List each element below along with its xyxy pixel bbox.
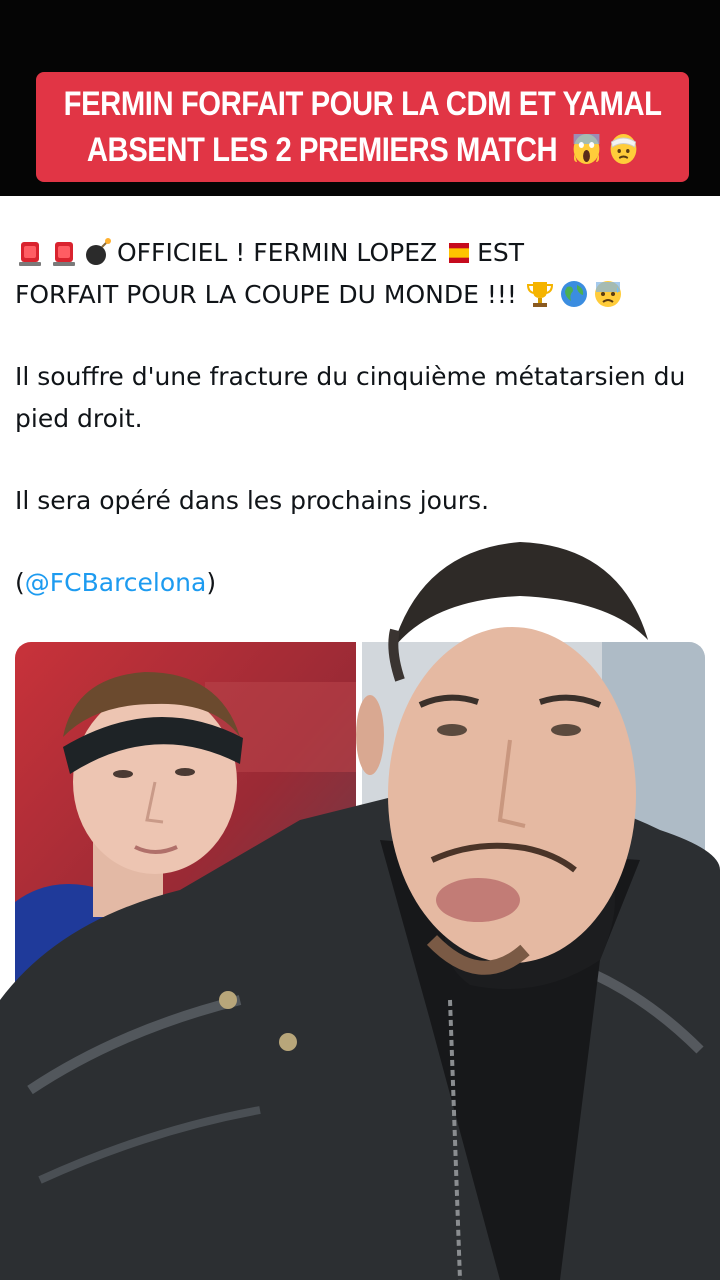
siren-icon	[19, 242, 41, 266]
tweet-paragraph-2: Il souffre d'une fracture du cinquième m…	[15, 362, 686, 433]
tweet-paragraph-3: Il sera opéré dans les prochains jours.	[15, 486, 490, 515]
headline-banner: FERMIN FORFAIT POUR LA CDM ET YAMAL ABSE…	[36, 72, 689, 182]
head-bandage-emoji-icon	[610, 134, 637, 164]
tweet-paragraph-1: OFFICIEL ! FERMIN LOPEZ EST FORFAIT POUR…	[15, 232, 710, 316]
headline-line-2: ABSENT LES 2 PREMIERS MATCH	[87, 127, 638, 173]
anxious-face-icon	[594, 281, 621, 307]
trophy-icon	[526, 282, 553, 307]
globe-icon	[560, 281, 587, 307]
bomb-icon	[86, 238, 111, 265]
headline-line-1: FERMIN FORFAIT POUR LA CDM ET YAMAL	[63, 85, 662, 123]
siren-icon	[53, 242, 75, 266]
presenter-video-overlay	[0, 542, 720, 1280]
screaming-face-emoji-icon	[573, 134, 600, 164]
spain-flag-icon	[449, 243, 470, 263]
